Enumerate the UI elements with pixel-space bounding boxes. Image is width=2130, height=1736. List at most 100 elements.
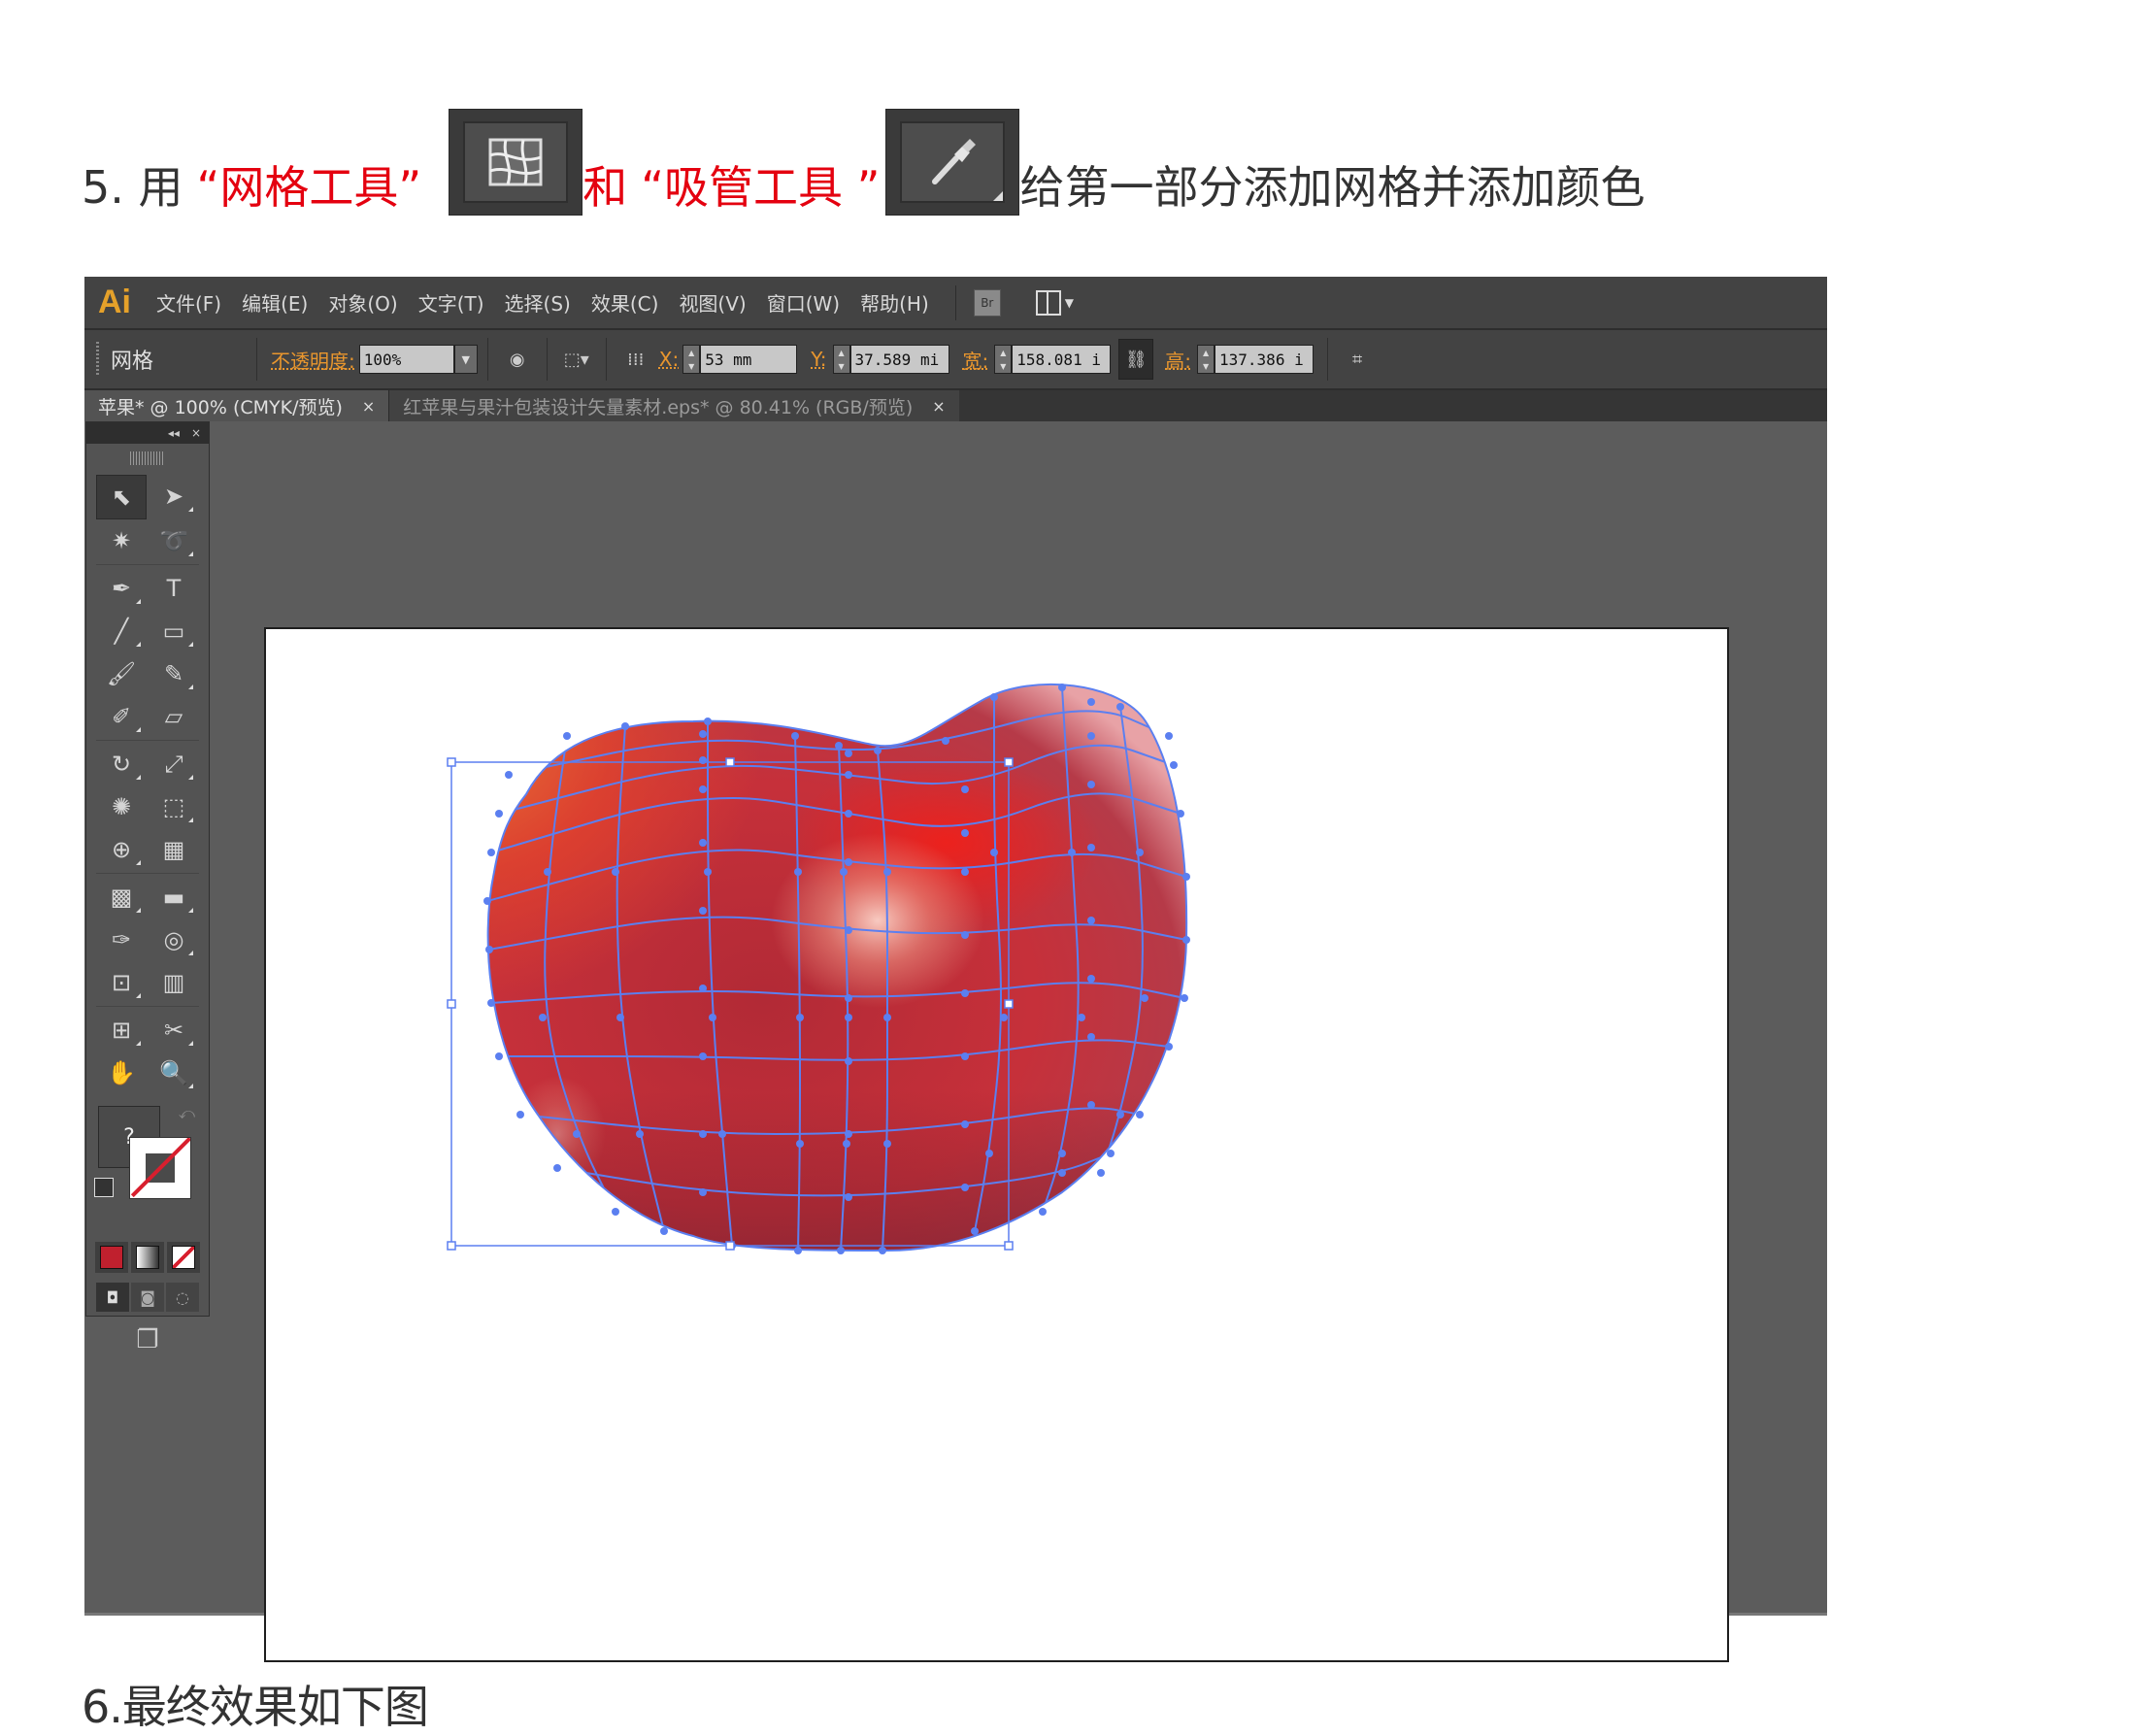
menu-help[interactable]: 帮助(H) (860, 288, 929, 317)
collapse-panel-icon[interactable]: ◂◂ (168, 426, 180, 440)
y-input[interactable]: 37.589 mi (849, 345, 949, 374)
mesh-point[interactable] (505, 771, 513, 779)
mesh-point[interactable] (845, 771, 852, 779)
stroke-swatch[interactable] (129, 1137, 191, 1199)
mesh-point[interactable] (942, 737, 949, 745)
mesh-point[interactable] (1182, 873, 1190, 881)
mesh-point[interactable] (704, 868, 712, 876)
screen-mode-icon[interactable]: ❐ (86, 1325, 209, 1354)
mesh-point[interactable] (1165, 732, 1173, 740)
blob-brush-tool[interactable]: ✐ (96, 695, 147, 738)
mesh-point[interactable] (1087, 781, 1095, 788)
mesh-point[interactable] (1087, 1033, 1095, 1041)
canvas-area[interactable] (84, 421, 1827, 1662)
mesh-point[interactable] (1039, 1208, 1047, 1216)
x-stepper[interactable]: ▲ ▼ (682, 345, 701, 374)
mesh-point[interactable] (1087, 844, 1095, 851)
mesh-point[interactable] (961, 829, 969, 837)
mesh-point[interactable] (544, 868, 551, 876)
mesh-point[interactable] (879, 1247, 886, 1254)
mesh-point[interactable] (612, 868, 619, 876)
opacity-dropdown-icon[interactable]: ▼ (453, 345, 478, 374)
mesh-point[interactable] (699, 907, 707, 915)
mesh-point[interactable] (483, 897, 491, 905)
selection-tool[interactable]: ⬉ (96, 475, 147, 519)
mesh-point[interactable] (699, 1052, 707, 1060)
mesh-point[interactable] (1000, 1014, 1008, 1021)
artboard-tool[interactable]: ⊞ (96, 1009, 147, 1052)
mesh-point[interactable] (1087, 1101, 1095, 1109)
align-to-icon[interactable]: ⬚▾ (563, 346, 590, 373)
column-graph-tool[interactable]: ▥ (149, 961, 199, 1004)
mesh-point[interactable] (845, 810, 852, 818)
menu-type[interactable]: 文字(T) (418, 288, 484, 317)
magic-wand-tool[interactable]: ✷ (96, 519, 147, 562)
slice-tool[interactable]: ✂ (149, 1009, 199, 1052)
type-tool[interactable]: T (149, 567, 199, 610)
mesh-point[interactable] (845, 926, 852, 934)
chevron-down-icon[interactable]: ▼ (1065, 296, 1074, 310)
height-stepper[interactable]: ▲ ▼ (1197, 345, 1215, 374)
mesh-point[interactable] (1182, 936, 1190, 944)
workspace-layout-icon[interactable] (1035, 289, 1061, 316)
menu-edit[interactable]: 编辑(E) (242, 288, 308, 317)
mesh-point[interactable] (709, 1014, 716, 1021)
color-mode-button[interactable] (95, 1242, 128, 1273)
rectangle-tool[interactable]: ▭ (149, 610, 199, 652)
mesh-point[interactable] (563, 732, 571, 740)
mesh-point[interactable] (985, 1150, 993, 1157)
apple-mesh-artwork[interactable] (266, 629, 1727, 1660)
menu-view[interactable]: 视图(V) (679, 288, 746, 317)
mesh-point[interactable] (699, 1130, 707, 1138)
mesh-point[interactable] (883, 1014, 891, 1021)
opacity-label[interactable]: 不透明度: (271, 346, 355, 374)
mesh-point[interactable] (1087, 917, 1095, 924)
resize-handle[interactable] (1004, 999, 1014, 1009)
mesh-point[interactable] (845, 994, 852, 1002)
none-mode-button[interactable] (167, 1242, 200, 1273)
menu-select[interactable]: 选择(S) (505, 288, 571, 317)
panel-grip-icon[interactable] (130, 451, 165, 465)
mesh-point[interactable] (845, 750, 852, 757)
mesh-point[interactable] (1136, 849, 1144, 856)
mesh-point[interactable] (840, 868, 848, 876)
mesh-point[interactable] (1107, 1150, 1115, 1157)
mesh-point[interactable] (1097, 1169, 1105, 1177)
mesh-tool[interactable]: ▩ (96, 876, 147, 918)
resize-handle[interactable] (1004, 757, 1014, 767)
mesh-point[interactable] (1136, 1111, 1144, 1118)
gradient-tool[interactable]: ▬ (149, 876, 199, 918)
mesh-point[interactable] (1087, 975, 1095, 983)
mesh-point[interactable] (495, 1052, 503, 1060)
mesh-point[interactable] (1058, 1169, 1066, 1177)
mesh-point[interactable] (699, 1188, 707, 1196)
mesh-point[interactable] (621, 722, 629, 730)
mesh-point[interactable] (1058, 1150, 1066, 1157)
shape-builder-tool[interactable]: ⊕ (96, 828, 147, 871)
mesh-point[interactable] (1058, 684, 1066, 691)
resize-handle[interactable] (447, 1241, 456, 1251)
rotate-tool[interactable]: ↻ (96, 743, 147, 785)
mesh-point[interactable] (843, 1140, 850, 1148)
reference-point-icon[interactable]: ⁞⁞⁞ (622, 346, 649, 373)
mesh-point[interactable] (796, 1014, 804, 1021)
mesh-point[interactable] (660, 1227, 668, 1235)
mesh-point[interactable] (573, 1130, 581, 1138)
gradient-mode-button[interactable] (131, 1242, 164, 1273)
zoom-tool[interactable]: 🔍 (149, 1052, 199, 1094)
resize-handle[interactable] (725, 757, 735, 767)
mesh-point[interactable] (612, 1208, 619, 1216)
close-panel-icon[interactable]: × (191, 426, 201, 440)
eyedropper-tool[interactable]: ✑ (96, 918, 147, 961)
menu-file[interactable]: 文件(F) (156, 288, 221, 317)
mesh-point[interactable] (1177, 810, 1184, 818)
mesh-point[interactable] (539, 1014, 547, 1021)
mesh-point[interactable] (845, 1193, 852, 1201)
mesh-point[interactable] (990, 849, 998, 856)
mesh-point[interactable] (699, 839, 707, 847)
menu-effect[interactable]: 效果(C) (591, 288, 659, 317)
mesh-point[interactable] (971, 1227, 979, 1235)
mesh-point[interactable] (845, 1057, 852, 1065)
height-input[interactable]: 137.386 i (1215, 345, 1315, 374)
mesh-point[interactable] (487, 849, 495, 856)
